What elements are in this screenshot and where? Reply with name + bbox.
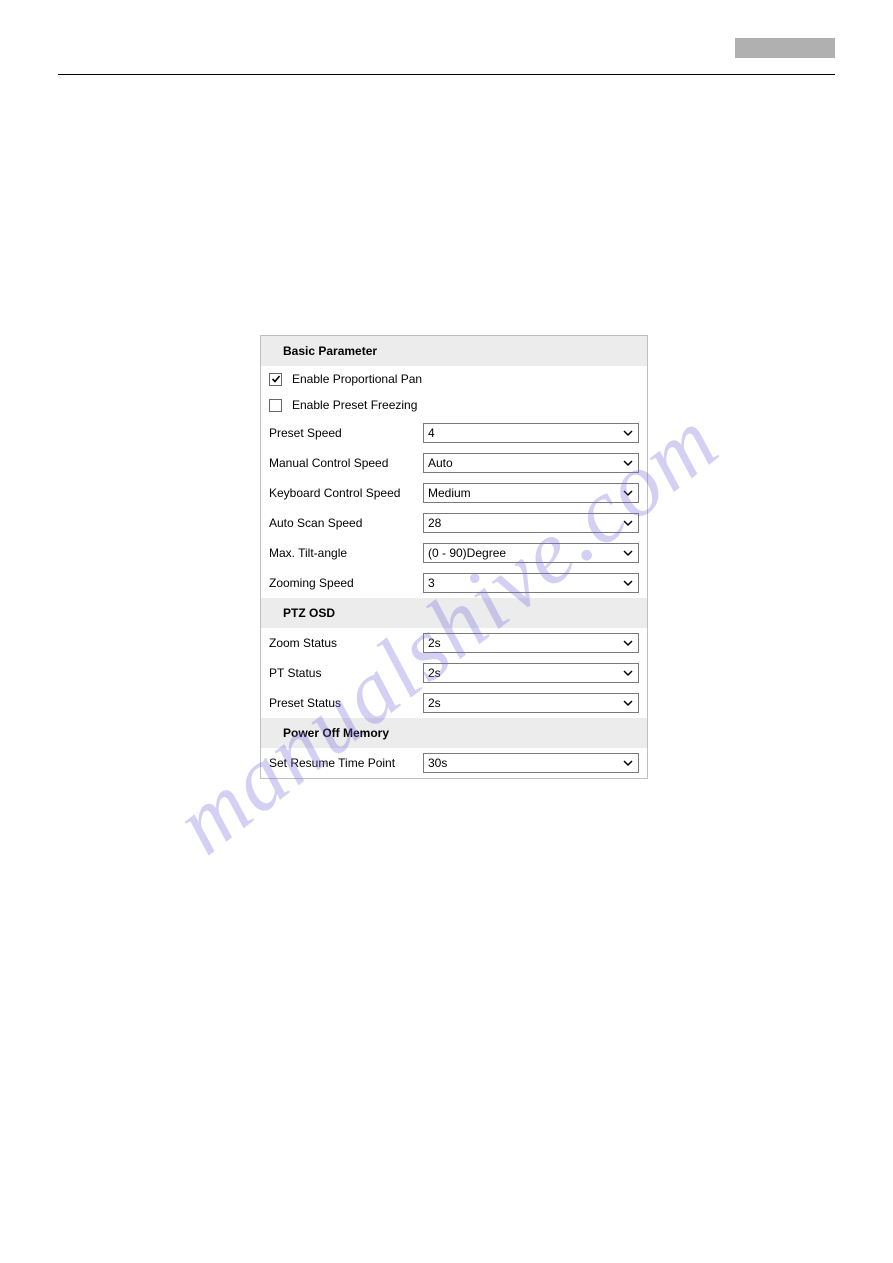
value-preset-speed: 4 (428, 426, 435, 440)
label-auto-scan-speed: Auto Scan Speed (269, 516, 417, 530)
select-preset-speed[interactable]: 4 (423, 423, 639, 443)
section-header-ptz-osd: PTZ OSD (261, 598, 647, 628)
chevron-down-icon (622, 669, 634, 677)
select-max-tilt-angle[interactable]: (0 - 90)Degree (423, 543, 639, 563)
label-preset-status: Preset Status (269, 696, 417, 710)
chevron-down-icon (622, 579, 634, 587)
chevron-down-icon (622, 639, 634, 647)
label-set-resume-time-point: Set Resume Time Point (269, 756, 417, 770)
chevron-down-icon (622, 459, 634, 467)
row-enable-preset-freezing: Enable Preset Freezing (261, 392, 647, 418)
row-pt-status: PT Status 2s (261, 658, 647, 688)
row-zoom-status: Zoom Status 2s (261, 628, 647, 658)
section-header-basic: Basic Parameter (261, 336, 647, 366)
row-max-tilt-angle: Max. Tilt-angle (0 - 90)Degree (261, 538, 647, 568)
label-enable-proportional-pan: Enable Proportional Pan (292, 372, 422, 386)
row-manual-control-speed: Manual Control Speed Auto (261, 448, 647, 478)
chevron-down-icon (622, 519, 634, 527)
value-manual-control-speed: Auto (428, 456, 453, 470)
label-manual-control-speed: Manual Control Speed (269, 456, 417, 470)
checkbox-enable-preset-freezing[interactable] (269, 399, 282, 412)
value-set-resume-time-point: 30s (428, 756, 447, 770)
select-zooming-speed[interactable]: 3 (423, 573, 639, 593)
label-zooming-speed: Zooming Speed (269, 576, 417, 590)
value-preset-status: 2s (428, 696, 441, 710)
page-header-bar (735, 38, 835, 58)
chevron-down-icon (622, 759, 634, 767)
chevron-down-icon (622, 429, 634, 437)
label-pt-status: PT Status (269, 666, 417, 680)
select-auto-scan-speed[interactable]: 28 (423, 513, 639, 533)
value-max-tilt-angle: (0 - 90)Degree (428, 546, 506, 560)
chevron-down-icon (622, 489, 634, 497)
row-set-resume-time-point: Set Resume Time Point 30s (261, 748, 647, 778)
section-header-power-off: Power Off Memory (261, 718, 647, 748)
select-set-resume-time-point[interactable]: 30s (423, 753, 639, 773)
select-keyboard-control-speed[interactable]: Medium (423, 483, 639, 503)
row-zooming-speed: Zooming Speed 3 (261, 568, 647, 598)
row-keyboard-control-speed: Keyboard Control Speed Medium (261, 478, 647, 508)
value-auto-scan-speed: 28 (428, 516, 441, 530)
value-pt-status: 2s (428, 666, 441, 680)
row-auto-scan-speed: Auto Scan Speed 28 (261, 508, 647, 538)
checkbox-enable-proportional-pan[interactable] (269, 373, 282, 386)
label-keyboard-control-speed: Keyboard Control Speed (269, 486, 417, 500)
label-zoom-status: Zoom Status (269, 636, 417, 650)
row-enable-proportional-pan: Enable Proportional Pan (261, 366, 647, 392)
select-preset-status[interactable]: 2s (423, 693, 639, 713)
chevron-down-icon (622, 699, 634, 707)
select-pt-status[interactable]: 2s (423, 663, 639, 683)
label-enable-preset-freezing: Enable Preset Freezing (292, 398, 417, 412)
value-zooming-speed: 3 (428, 576, 435, 590)
label-preset-speed: Preset Speed (269, 426, 417, 440)
label-max-tilt-angle: Max. Tilt-angle (269, 546, 417, 560)
row-preset-status: Preset Status 2s (261, 688, 647, 718)
chevron-down-icon (622, 549, 634, 557)
settings-panel: Basic Parameter Enable Proportional Pan … (260, 335, 648, 779)
value-keyboard-control-speed: Medium (428, 486, 471, 500)
select-manual-control-speed[interactable]: Auto (423, 453, 639, 473)
page-divider (58, 74, 835, 75)
row-preset-speed: Preset Speed 4 (261, 418, 647, 448)
value-zoom-status: 2s (428, 636, 441, 650)
select-zoom-status[interactable]: 2s (423, 633, 639, 653)
